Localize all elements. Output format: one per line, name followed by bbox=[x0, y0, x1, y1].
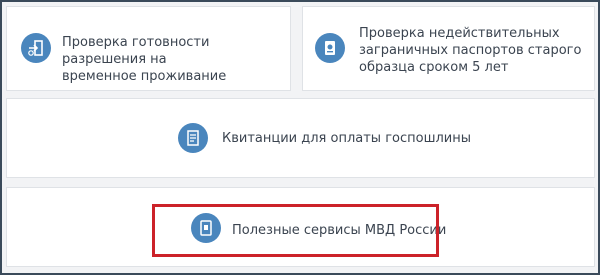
label-line: образца сроком 5 лет bbox=[359, 60, 509, 75]
id-card-icon bbox=[191, 213, 221, 243]
service-card-passport-check[interactable]: Проверка недействительных заграничных па… bbox=[302, 6, 595, 91]
label-line: Проверка недействительных bbox=[359, 26, 560, 41]
label-line: заграничных паспортов старого bbox=[359, 43, 582, 58]
card-label: Полезные сервисы МВД России bbox=[232, 223, 447, 238]
receipt-list-icon bbox=[178, 123, 208, 153]
card-label: Квитанции для оплаты госпошлины bbox=[222, 131, 472, 146]
exit-arrow-icon bbox=[21, 33, 51, 63]
service-card-mvd-services[interactable]: Полезные сервисы МВД России bbox=[6, 187, 595, 267]
label-line: Проверка готовности разрешения на bbox=[62, 35, 210, 67]
label-line: временное проживание bbox=[62, 69, 227, 84]
service-card-permit-check[interactable]: Проверка готовности разрешения на времен… bbox=[6, 6, 291, 91]
card-label: Проверка недействительных заграничных па… bbox=[359, 25, 589, 76]
passport-icon bbox=[315, 33, 345, 63]
service-card-fee-receipts[interactable]: Квитанции для оплаты госпошлины bbox=[6, 98, 595, 178]
card-label: Проверка готовности разрешения на времен… bbox=[62, 34, 282, 85]
